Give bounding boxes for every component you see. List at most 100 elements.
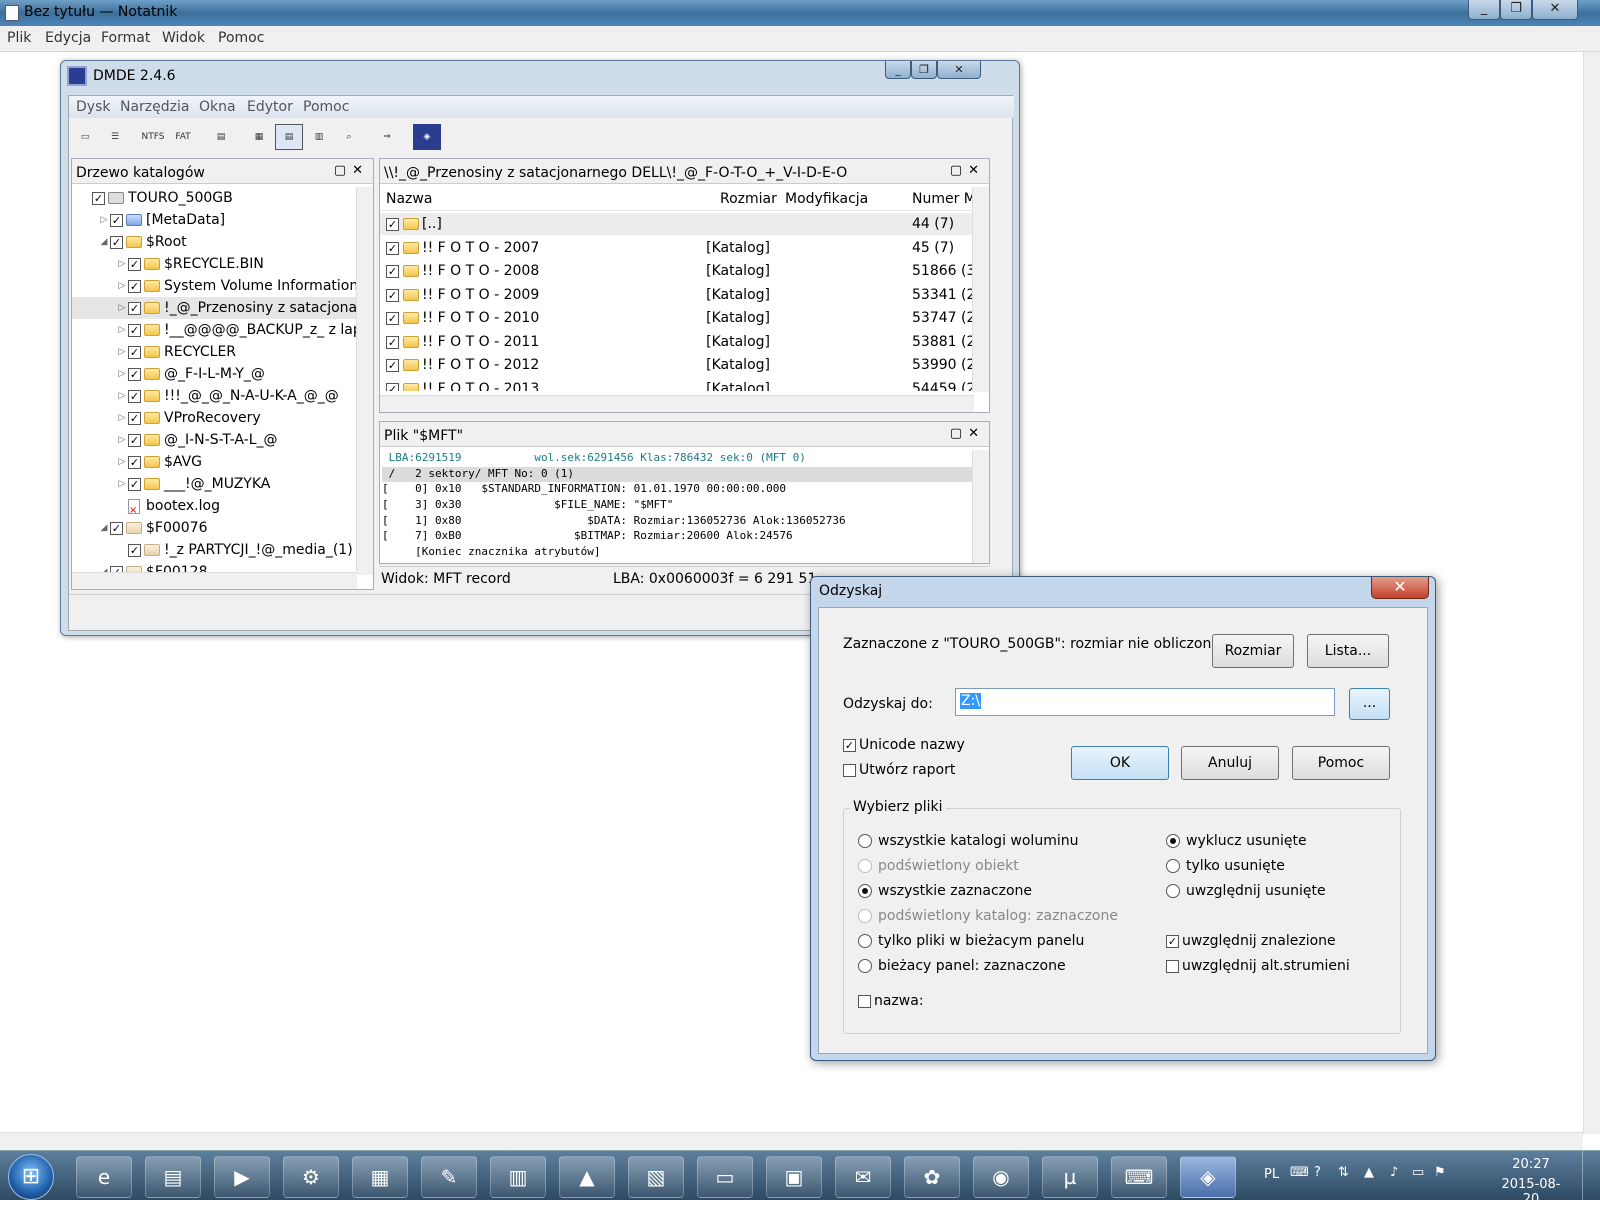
radio-button[interactable] — [1166, 884, 1180, 898]
tree-view-icon[interactable]: ▦ — [245, 124, 273, 150]
menu-edytor[interactable]: Edytor — [247, 99, 293, 115]
help-tray-icon[interactable]: ? — [1314, 1165, 1321, 1180]
maximize-button[interactable]: ❐ — [1500, 0, 1532, 20]
paint-icon[interactable]: ✿ — [904, 1156, 960, 1198]
tree-item-checkbox[interactable]: ✓ — [110, 521, 123, 535]
clock-date[interactable]: 2015-08-20 — [1496, 1177, 1566, 1207]
winrar-icon[interactable]: ▧ — [628, 1156, 684, 1198]
tree-item-checkbox[interactable]: ✓ — [128, 367, 141, 381]
include-streams-check-box[interactable] — [1166, 959, 1179, 973]
firefox-icon[interactable]: ◉ — [973, 1156, 1029, 1198]
scope-radio[interactable]: tylko pliki w bieżacym panelu — [858, 933, 1084, 949]
tree-item[interactable]: ▷ ✓ @_F-I-L-M-Y_@ — [72, 363, 357, 385]
menu-plik[interactable]: Plik — [7, 30, 31, 46]
expand-arrow-icon[interactable]: ▷ — [116, 413, 128, 423]
tree-item[interactable]: ◢ ✓ $F00076 — [72, 517, 357, 539]
files-vertical-scrollbar[interactable] — [972, 187, 989, 392]
file-row-checkbox[interactable]: ✓ — [386, 241, 399, 255]
floppy-icon[interactable]: ▣ — [766, 1156, 822, 1198]
recover-to-input[interactable]: Z:\ — [955, 688, 1335, 716]
tree-item-checkbox[interactable]: ✓ — [128, 389, 141, 403]
include-streams-checkbox[interactable]: uwzględnij alt.strumieni — [1166, 958, 1350, 974]
expand-arrow-icon[interactable]: ▷ — [116, 435, 128, 445]
tree-item-checkbox[interactable]: ✓ — [92, 191, 105, 205]
tree-horizontal-scrollbar[interactable] — [72, 572, 357, 589]
dmde-close-button[interactable]: ✕ — [937, 61, 981, 79]
file-row-checkbox[interactable]: ✓ — [386, 265, 399, 278]
radio-button[interactable] — [1166, 834, 1180, 848]
notepad-titlebar[interactable]: Bez tytułu — Notatnik _ ❐ ✕ — [0, 0, 1600, 26]
dmde-titlebar[interactable]: DMDE 2.4.6 — [67, 66, 176, 86]
list-button[interactable]: Lista... — [1307, 634, 1389, 668]
menu-pomoc[interactable]: Pomoc — [218, 30, 264, 46]
expand-arrow-icon[interactable]: ▷ — [116, 369, 128, 379]
radio-button[interactable] — [858, 959, 872, 973]
terminal-icon[interactable]: ▭ — [697, 1156, 753, 1198]
minimize-button[interactable]: _ — [1468, 0, 1500, 20]
tree-item[interactable]: ▷ ✓ [MetaData] — [72, 209, 357, 231]
unicode-check-box[interactable]: ✓ — [843, 738, 856, 752]
expand-arrow-icon[interactable]: ▷ — [116, 457, 128, 467]
tree-item[interactable]: ✓ !_z PARTYCJI_!@_media_(1) — [72, 539, 357, 561]
dmde-app-icon[interactable]: ◈ — [413, 124, 441, 150]
tree-vertical-scrollbar[interactable] — [356, 187, 373, 575]
keyboard-icon[interactable]: ⌨ — [1111, 1156, 1167, 1198]
tree-item[interactable]: ▷ ✓ $RECYCLE.BIN — [72, 253, 357, 275]
recover-icon[interactable]: ⇒ — [373, 124, 401, 150]
keyboard-tray-icon[interactable]: ⌨ — [1290, 1165, 1309, 1180]
vlc-icon[interactable]: ▲ — [559, 1156, 615, 1198]
deleted-radio[interactable]: tylko usunięte — [1166, 858, 1285, 874]
col-nazwa[interactable]: Nazwa — [386, 191, 432, 207]
size-button[interactable]: Rozmiar — [1212, 634, 1294, 668]
ntfs-search-button[interactable]: NTFS — [139, 124, 167, 150]
tree-item-checkbox[interactable]: ✓ — [110, 213, 123, 227]
menu-okna[interactable]: Okna — [199, 99, 236, 115]
tree-item[interactable]: ▷ ✓ RECYCLER — [72, 341, 357, 363]
file-row[interactable]: ✓ !! F O T O - 2007 [Katalog] 45 (7) — [380, 237, 974, 259]
scope-radio[interactable]: bieżacy panel: zaznaczone — [858, 958, 1066, 974]
partitions-icon[interactable]: ☰ — [101, 124, 129, 150]
fat-search-button[interactable]: FAT — [169, 124, 197, 150]
file-row[interactable]: ✓ !! F O T O - 2009 [Katalog] 53341 (2 — [380, 284, 974, 306]
dialog-close-button[interactable]: ✕ — [1371, 577, 1429, 599]
col-numer[interactable]: Numer M — [912, 191, 976, 207]
expand-arrow-icon[interactable]: ◢ — [98, 523, 110, 533]
network-icon[interactable]: ⚙ — [283, 1156, 339, 1198]
scope-radio[interactable]: wszystkie zaznaczone — [858, 883, 1032, 899]
disk-icon[interactable]: ▭ — [71, 124, 99, 150]
file-row-checkbox[interactable]: ✓ — [386, 359, 399, 372]
expand-arrow-icon[interactable]: ▷ — [98, 215, 110, 225]
file-row-checkbox[interactable]: ✓ — [386, 288, 399, 302]
include-found-checkbox[interactable]: ✓ uwzględnij znalezione — [1166, 933, 1336, 949]
calculator-icon[interactable]: ▦ — [352, 1156, 408, 1198]
winrar-books-icon[interactable]: ▥ — [490, 1156, 546, 1198]
tree-item-checkbox[interactable]: ✓ — [128, 345, 141, 359]
ok-button[interactable]: OK — [1071, 746, 1169, 780]
notepad-icon[interactable]: ✎ — [421, 1156, 477, 1198]
file-row-checkbox[interactable]: ✓ — [386, 335, 399, 349]
menu-format[interactable]: Format — [101, 30, 150, 46]
tree-item[interactable]: ▷ ✓ VProRecovery — [72, 407, 357, 429]
menu-narzedzia[interactable]: Narzędzia — [120, 99, 189, 115]
clock-time[interactable]: 20:27 — [1496, 1157, 1566, 1172]
tree-item-checkbox[interactable]: ✓ — [128, 411, 141, 425]
expand-arrow-icon[interactable]: ◢ — [98, 237, 110, 247]
expand-arrow-icon[interactable]: ▷ — [116, 259, 128, 269]
tree-item-checkbox[interactable]: ✓ — [128, 433, 141, 447]
network-tray-icon[interactable]: ⇅ — [1338, 1165, 1349, 1180]
media-player-icon[interactable]: ▶ — [214, 1156, 270, 1198]
show-hidden-icon[interactable]: ▲ — [1364, 1165, 1374, 1180]
mft-record-view[interactable]: LBA:6291519 wol.sek:6291456 Klas:786432 … — [382, 451, 972, 561]
col-modyfikacja[interactable]: Modyfikacja — [785, 191, 868, 207]
include-found-check-box[interactable]: ✓ — [1166, 934, 1179, 948]
language-indicator[interactable]: PL — [1264, 1167, 1279, 1182]
expand-arrow-icon[interactable]: ▷ — [116, 325, 128, 335]
tree-item[interactable]: ◢ ✓ $Root — [72, 231, 357, 253]
tree-item[interactable]: ✓ TOURO_500GB — [72, 187, 357, 209]
radio-button[interactable] — [858, 934, 872, 948]
file-row-checkbox[interactable]: ✓ — [386, 218, 399, 231]
notepad-horizontal-scrollbar[interactable] — [0, 1132, 1583, 1150]
list-view-icon[interactable]: ▤ — [275, 124, 303, 150]
radio-button[interactable] — [1166, 859, 1180, 873]
report-check-box[interactable] — [843, 763, 856, 777]
